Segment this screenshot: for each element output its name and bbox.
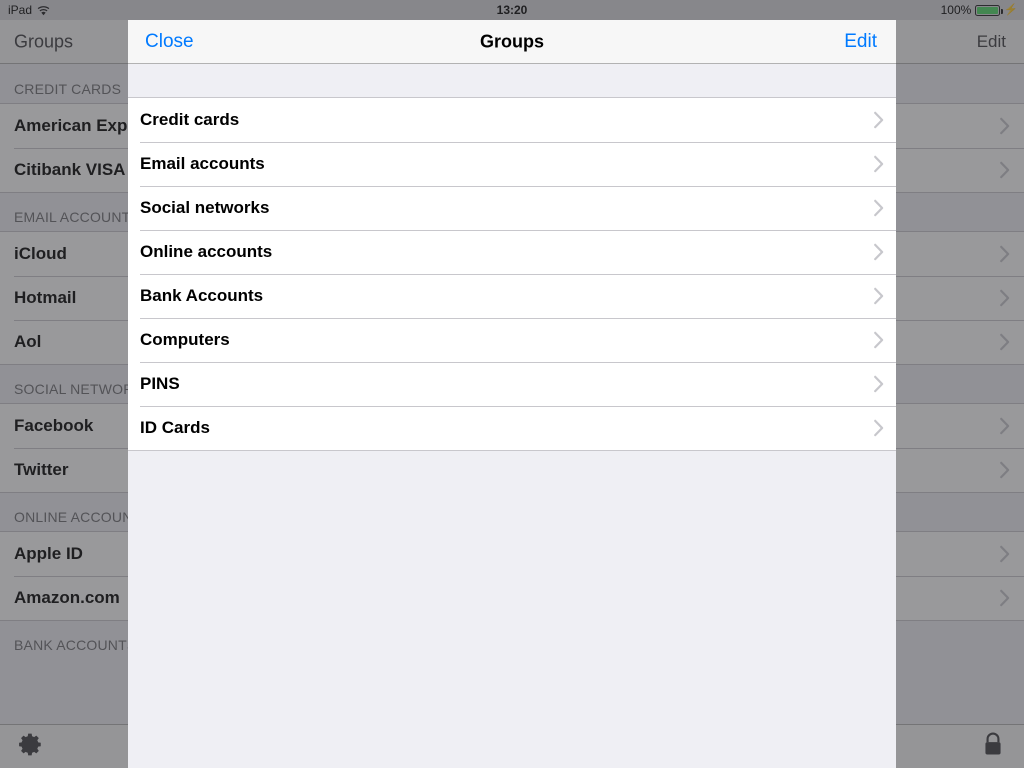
chevron-right-icon bbox=[873, 375, 884, 393]
chevron-right-icon bbox=[873, 331, 884, 349]
chevron-right-icon bbox=[873, 419, 884, 437]
chevron-right-icon bbox=[873, 287, 884, 305]
background-edit-button[interactable]: Edit bbox=[977, 32, 1006, 52]
groups-modal: Close Groups Edit Credit cards Email acco… bbox=[128, 20, 896, 768]
edit-button[interactable]: Edit bbox=[844, 31, 877, 53]
chevron-right-icon bbox=[999, 461, 1010, 479]
chevron-right-icon bbox=[999, 589, 1010, 607]
chevron-right-icon bbox=[873, 155, 884, 173]
group-row-label: ID Cards bbox=[140, 418, 210, 437]
chevron-right-icon bbox=[873, 243, 884, 261]
lightning-bolt-icon: ⚡ bbox=[1004, 3, 1018, 16]
lock-icon[interactable] bbox=[982, 731, 1004, 762]
group-row[interactable]: Credit cards bbox=[128, 98, 896, 142]
background-list-item-label: Aol bbox=[14, 332, 42, 351]
status-bar: iPad 13:20 100% ⚡ bbox=[0, 0, 1024, 20]
background-list-item-label: Amazon.com bbox=[14, 588, 120, 607]
group-row-label: Email accounts bbox=[140, 154, 265, 173]
group-row-label: PINS bbox=[140, 374, 180, 393]
background-list-item-label: Hotmail bbox=[14, 288, 77, 307]
status-bar-clock: 13:20 bbox=[496, 3, 528, 17]
group-row[interactable]: Computers bbox=[128, 318, 896, 362]
chevron-right-icon bbox=[999, 545, 1010, 563]
gear-icon[interactable] bbox=[18, 731, 44, 762]
chevron-right-icon bbox=[999, 245, 1010, 263]
group-row[interactable]: ID Cards bbox=[128, 406, 896, 450]
background-page-title: Groups bbox=[14, 31, 74, 51]
screen: iPad 13:20 100% ⚡ Groups Edit CREDIT CAR… bbox=[0, 0, 1024, 768]
background-list-item-label: Citibank VISA bbox=[14, 160, 126, 179]
battery-icon bbox=[975, 4, 1003, 16]
group-row-label: Online accounts bbox=[140, 242, 273, 261]
chevron-right-icon bbox=[873, 111, 884, 129]
group-row-label: Credit cards bbox=[140, 110, 240, 129]
modal-title: Groups bbox=[479, 31, 544, 51]
modal-top-spacer bbox=[128, 64, 896, 97]
chevron-right-icon bbox=[873, 199, 884, 217]
chevron-right-icon bbox=[999, 417, 1010, 435]
battery-percent-label: 100% bbox=[940, 3, 972, 17]
modal-header: Close Groups Edit bbox=[128, 20, 896, 64]
battery-fill bbox=[977, 6, 999, 14]
group-row[interactable]: Social networks bbox=[128, 186, 896, 230]
group-row[interactable]: Email accounts bbox=[128, 142, 896, 186]
group-row-label: Computers bbox=[140, 330, 230, 349]
chevron-right-icon bbox=[999, 333, 1010, 351]
group-row-label: Bank Accounts bbox=[140, 286, 264, 305]
modal-bottom-spacer bbox=[128, 451, 896, 751]
group-row[interactable]: Bank Accounts bbox=[128, 274, 896, 318]
group-row[interactable]: Online accounts bbox=[128, 230, 896, 274]
chevron-right-icon bbox=[999, 161, 1010, 179]
group-row-label: Social networks bbox=[140, 198, 270, 217]
groups-list: Credit cards Email accounts Social network… bbox=[128, 97, 896, 451]
chevron-right-icon bbox=[999, 117, 1010, 135]
background-list-item-label: iCloud bbox=[14, 244, 67, 263]
status-bar-right: 100% ⚡ bbox=[941, 3, 1018, 17]
background-list-item-label: Facebook bbox=[14, 416, 94, 435]
background-list-item-label: Twitter bbox=[14, 460, 69, 479]
group-row[interactable]: PINS bbox=[128, 362, 896, 406]
background-list-item-label: Apple ID bbox=[14, 544, 83, 563]
chevron-right-icon bbox=[999, 289, 1010, 307]
